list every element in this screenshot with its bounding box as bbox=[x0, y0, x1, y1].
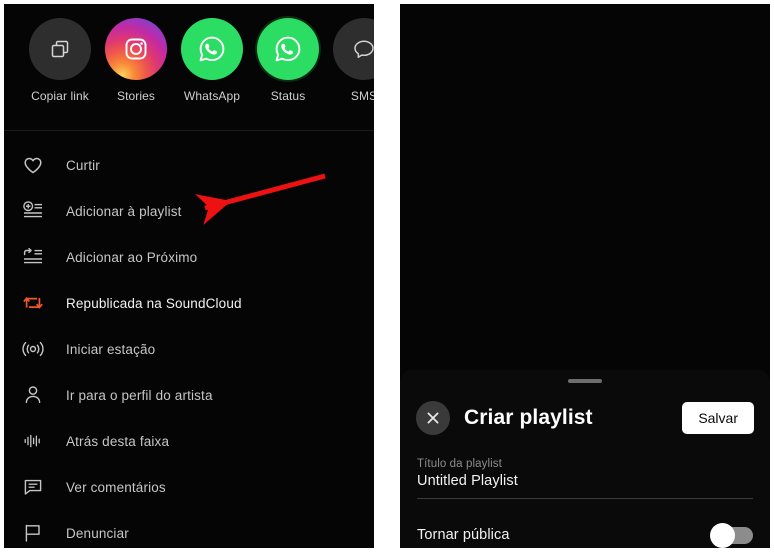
field-underline bbox=[417, 498, 753, 499]
copy-link-icon bbox=[51, 40, 69, 58]
menu-item-start-station[interactable]: Iniciar estação bbox=[4, 326, 374, 372]
heart-icon bbox=[22, 154, 56, 176]
flag-icon bbox=[22, 522, 56, 544]
menu-item-label: Denunciar bbox=[66, 525, 129, 541]
repost-icon bbox=[22, 292, 56, 314]
instagram-icon bbox=[125, 38, 147, 60]
share-target-label: Status bbox=[270, 89, 306, 103]
menu-item-view-comments[interactable]: Ver comentários bbox=[4, 464, 374, 510]
copy-link-circle bbox=[29, 18, 91, 80]
playlist-title-label: Título da playlist bbox=[417, 458, 502, 470]
whatsapp-icon bbox=[199, 36, 225, 62]
menu-item-label: Adicionar ao Próximo bbox=[66, 249, 198, 265]
screenshot-root: Copiar link Stories WhatsApp Status SMS … bbox=[0, 0, 774, 558]
sheet-header: Criar playlist Salvar bbox=[400, 392, 770, 444]
create-playlist-sheet: Criar playlist Salvar Título da playlist… bbox=[400, 370, 770, 548]
menu-item-report[interactable]: Denunciar bbox=[4, 510, 374, 548]
menu-item-label: Iniciar estação bbox=[66, 341, 156, 357]
menu-item-label: Republicada na SoundCloud bbox=[66, 295, 242, 311]
menu-item-label: Adicionar à playlist bbox=[66, 203, 182, 219]
share-target-label: Copiar link bbox=[31, 89, 89, 103]
share-target-sms[interactable]: SMS bbox=[326, 18, 374, 103]
menu-item-go-to-artist[interactable]: Ir para o perfil do artista bbox=[4, 372, 374, 418]
whatsapp-status-icon bbox=[275, 36, 301, 62]
drag-handle[interactable] bbox=[568, 379, 602, 383]
create-playlist-panel: Criar playlist Salvar Título da playlist… bbox=[400, 4, 770, 548]
share-menu-divider bbox=[4, 130, 374, 131]
share-target-status[interactable]: Status bbox=[250, 18, 326, 103]
add-to-playlist-icon bbox=[22, 200, 56, 222]
station-icon bbox=[22, 338, 56, 360]
whatsapp-status-circle bbox=[257, 18, 319, 80]
menu-item-label: Ir para o perfil do artista bbox=[66, 387, 213, 403]
person-icon bbox=[22, 384, 56, 406]
share-target-label: WhatsApp bbox=[183, 89, 241, 103]
share-target-label: Stories bbox=[116, 89, 156, 103]
share-menu-panel: Copiar link Stories WhatsApp Status SMS … bbox=[4, 4, 374, 548]
share-target-whatsapp[interactable]: WhatsApp bbox=[174, 18, 250, 103]
context-menu-list: Curtir Adicionar à playlist Adicionar ao… bbox=[4, 142, 374, 548]
sheet-title: Criar playlist bbox=[464, 406, 593, 429]
make-public-row: Tornar pública bbox=[417, 518, 753, 548]
playlist-title-field[interactable]: Título da playlist Untitled Playlist bbox=[417, 458, 753, 499]
comment-icon bbox=[22, 476, 56, 498]
save-button[interactable]: Salvar bbox=[682, 402, 754, 434]
menu-item-add-to-playlist[interactable]: Adicionar à playlist bbox=[4, 188, 374, 234]
share-target-copy-link[interactable]: Copiar link bbox=[22, 18, 98, 103]
close-icon bbox=[427, 412, 439, 424]
menu-item-behind-the-track[interactable]: Atrás desta faixa bbox=[4, 418, 374, 464]
make-public-toggle[interactable] bbox=[710, 522, 753, 548]
playlist-title-input[interactable]: Untitled Playlist bbox=[417, 473, 753, 489]
sms-icon bbox=[354, 40, 374, 58]
instagram-circle bbox=[105, 18, 167, 80]
menu-item-label: Curtir bbox=[66, 157, 100, 173]
close-button[interactable] bbox=[416, 401, 450, 435]
sms-circle bbox=[333, 18, 374, 80]
menu-item-add-to-next-up[interactable]: Adicionar ao Próximo bbox=[4, 234, 374, 280]
menu-item-like[interactable]: Curtir bbox=[4, 142, 374, 188]
menu-item-label: Ver comentários bbox=[66, 479, 166, 495]
whatsapp-circle bbox=[181, 18, 243, 80]
share-target-label: SMS bbox=[350, 89, 374, 103]
waveform-icon bbox=[22, 430, 56, 452]
make-public-label: Tornar pública bbox=[417, 527, 510, 543]
toggle-knob bbox=[710, 522, 735, 548]
share-target-stories[interactable]: Stories bbox=[98, 18, 174, 103]
share-targets-row: Copiar link Stories WhatsApp Status SMS bbox=[4, 18, 374, 116]
menu-item-repost[interactable]: Republicada na SoundCloud bbox=[4, 280, 374, 326]
add-to-next-up-icon bbox=[22, 246, 56, 268]
menu-item-label: Atrás desta faixa bbox=[66, 433, 170, 449]
